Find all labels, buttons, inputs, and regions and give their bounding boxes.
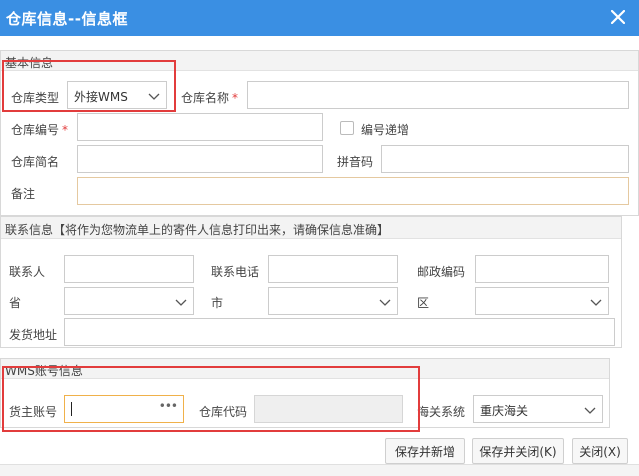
customs-system-select[interactable]: 重庆海关 [473, 395, 603, 423]
chevron-down-icon [590, 299, 602, 306]
city-select[interactable] [268, 287, 398, 315]
contact-info-section: 联系信息【将作为您物流单上的寄件人信息打印出来，请确保信息准确】 联系人 联系电… [0, 216, 622, 348]
wms-info-header: WMS账号信息 [1, 359, 609, 379]
province-select[interactable] [64, 287, 194, 315]
warehouse-type-select[interactable]: 外接WMS [67, 81, 167, 109]
chevron-down-icon [379, 299, 391, 306]
bottom-grid-strip [0, 464, 639, 476]
contact-info-title: 联系信息【将作为您物流单上的寄件人信息打印出来，请确保信息准确】 [5, 223, 390, 237]
close-icon[interactable] [607, 4, 629, 30]
pinyin-input[interactable] [381, 145, 629, 173]
contact-person-input[interactable] [64, 255, 194, 283]
remark-label: 备注 [11, 187, 36, 201]
warehouse-code-label: 仓库编号 * [11, 123, 69, 137]
postcode-label: 邮政编码 [417, 265, 466, 279]
postcode-input[interactable] [475, 255, 609, 283]
pinyin-label: 拼音码 [337, 155, 374, 169]
dialog-body: 基本信息 仓库类型 外接WMS 仓库名称 * 仓库编号 * 编号递增 仓库简名 拼音… [0, 36, 639, 476]
basic-info-title: 基本信息 [5, 56, 54, 70]
text-caret [71, 402, 72, 416]
district-label: 区 [417, 296, 430, 310]
chevron-down-icon [148, 93, 160, 100]
auto-increment-checkbox[interactable] [340, 121, 354, 135]
contact-phone-input[interactable] [268, 255, 398, 283]
customs-system-value: 重庆海关 [480, 404, 529, 418]
dialog-titlebar: 仓库信息--信息框 [0, 0, 639, 36]
warehouse-code-input[interactable] [77, 113, 323, 141]
province-label: 省 [9, 296, 22, 310]
owner-account-input[interactable]: ••• [64, 395, 184, 423]
customs-system-label: 海关系统 [417, 405, 466, 419]
wms-info-title: WMS账号信息 [5, 364, 83, 378]
city-label: 市 [211, 296, 224, 310]
close-button[interactable]: 关闭(X) [572, 438, 628, 464]
required-mark: * [62, 123, 69, 137]
warehouse-name-input[interactable] [247, 81, 629, 109]
warehouse-name-label: 仓库名称 * [181, 91, 239, 105]
owner-account-label: 货主账号 [9, 405, 58, 419]
district-select[interactable] [475, 287, 609, 315]
contact-info-header: 联系信息【将作为您物流单上的寄件人信息打印出来，请确保信息准确】 [1, 217, 621, 239]
more-dots-icon[interactable]: ••• [159, 399, 178, 413]
basic-info-header: 基本信息 [1, 51, 638, 71]
address-input[interactable] [64, 318, 615, 346]
warehouse-type-value: 外接WMS [74, 90, 128, 104]
chevron-down-icon [175, 299, 187, 306]
contact-phone-label: 联系电话 [211, 265, 260, 279]
short-name-label: 仓库简名 [11, 155, 60, 169]
wms-info-section: WMS账号信息 货主账号 ••• 仓库代码 海关系统 重庆海关 [0, 358, 610, 428]
required-mark: * [232, 91, 239, 105]
save-and-close-button[interactable]: 保存并关闭(K) [472, 438, 564, 464]
save-and-new-button[interactable]: 保存并新增 [385, 438, 465, 464]
wms-warehouse-code-input [254, 395, 403, 423]
short-name-input[interactable] [77, 145, 323, 173]
chevron-down-icon [584, 407, 596, 414]
basic-info-section: 基本信息 仓库类型 外接WMS 仓库名称 * 仓库编号 * 编号递增 仓库简名 拼音… [0, 50, 639, 216]
remark-input[interactable] [77, 177, 629, 205]
auto-increment-label: 编号递增 [361, 123, 410, 137]
warehouse-type-label: 仓库类型 [11, 91, 60, 105]
contact-person-label: 联系人 [9, 265, 46, 279]
dialog-title: 仓库信息--信息框 [6, 10, 128, 28]
wms-warehouse-code-label: 仓库代码 [199, 405, 248, 419]
address-label: 发货地址 [9, 328, 58, 342]
